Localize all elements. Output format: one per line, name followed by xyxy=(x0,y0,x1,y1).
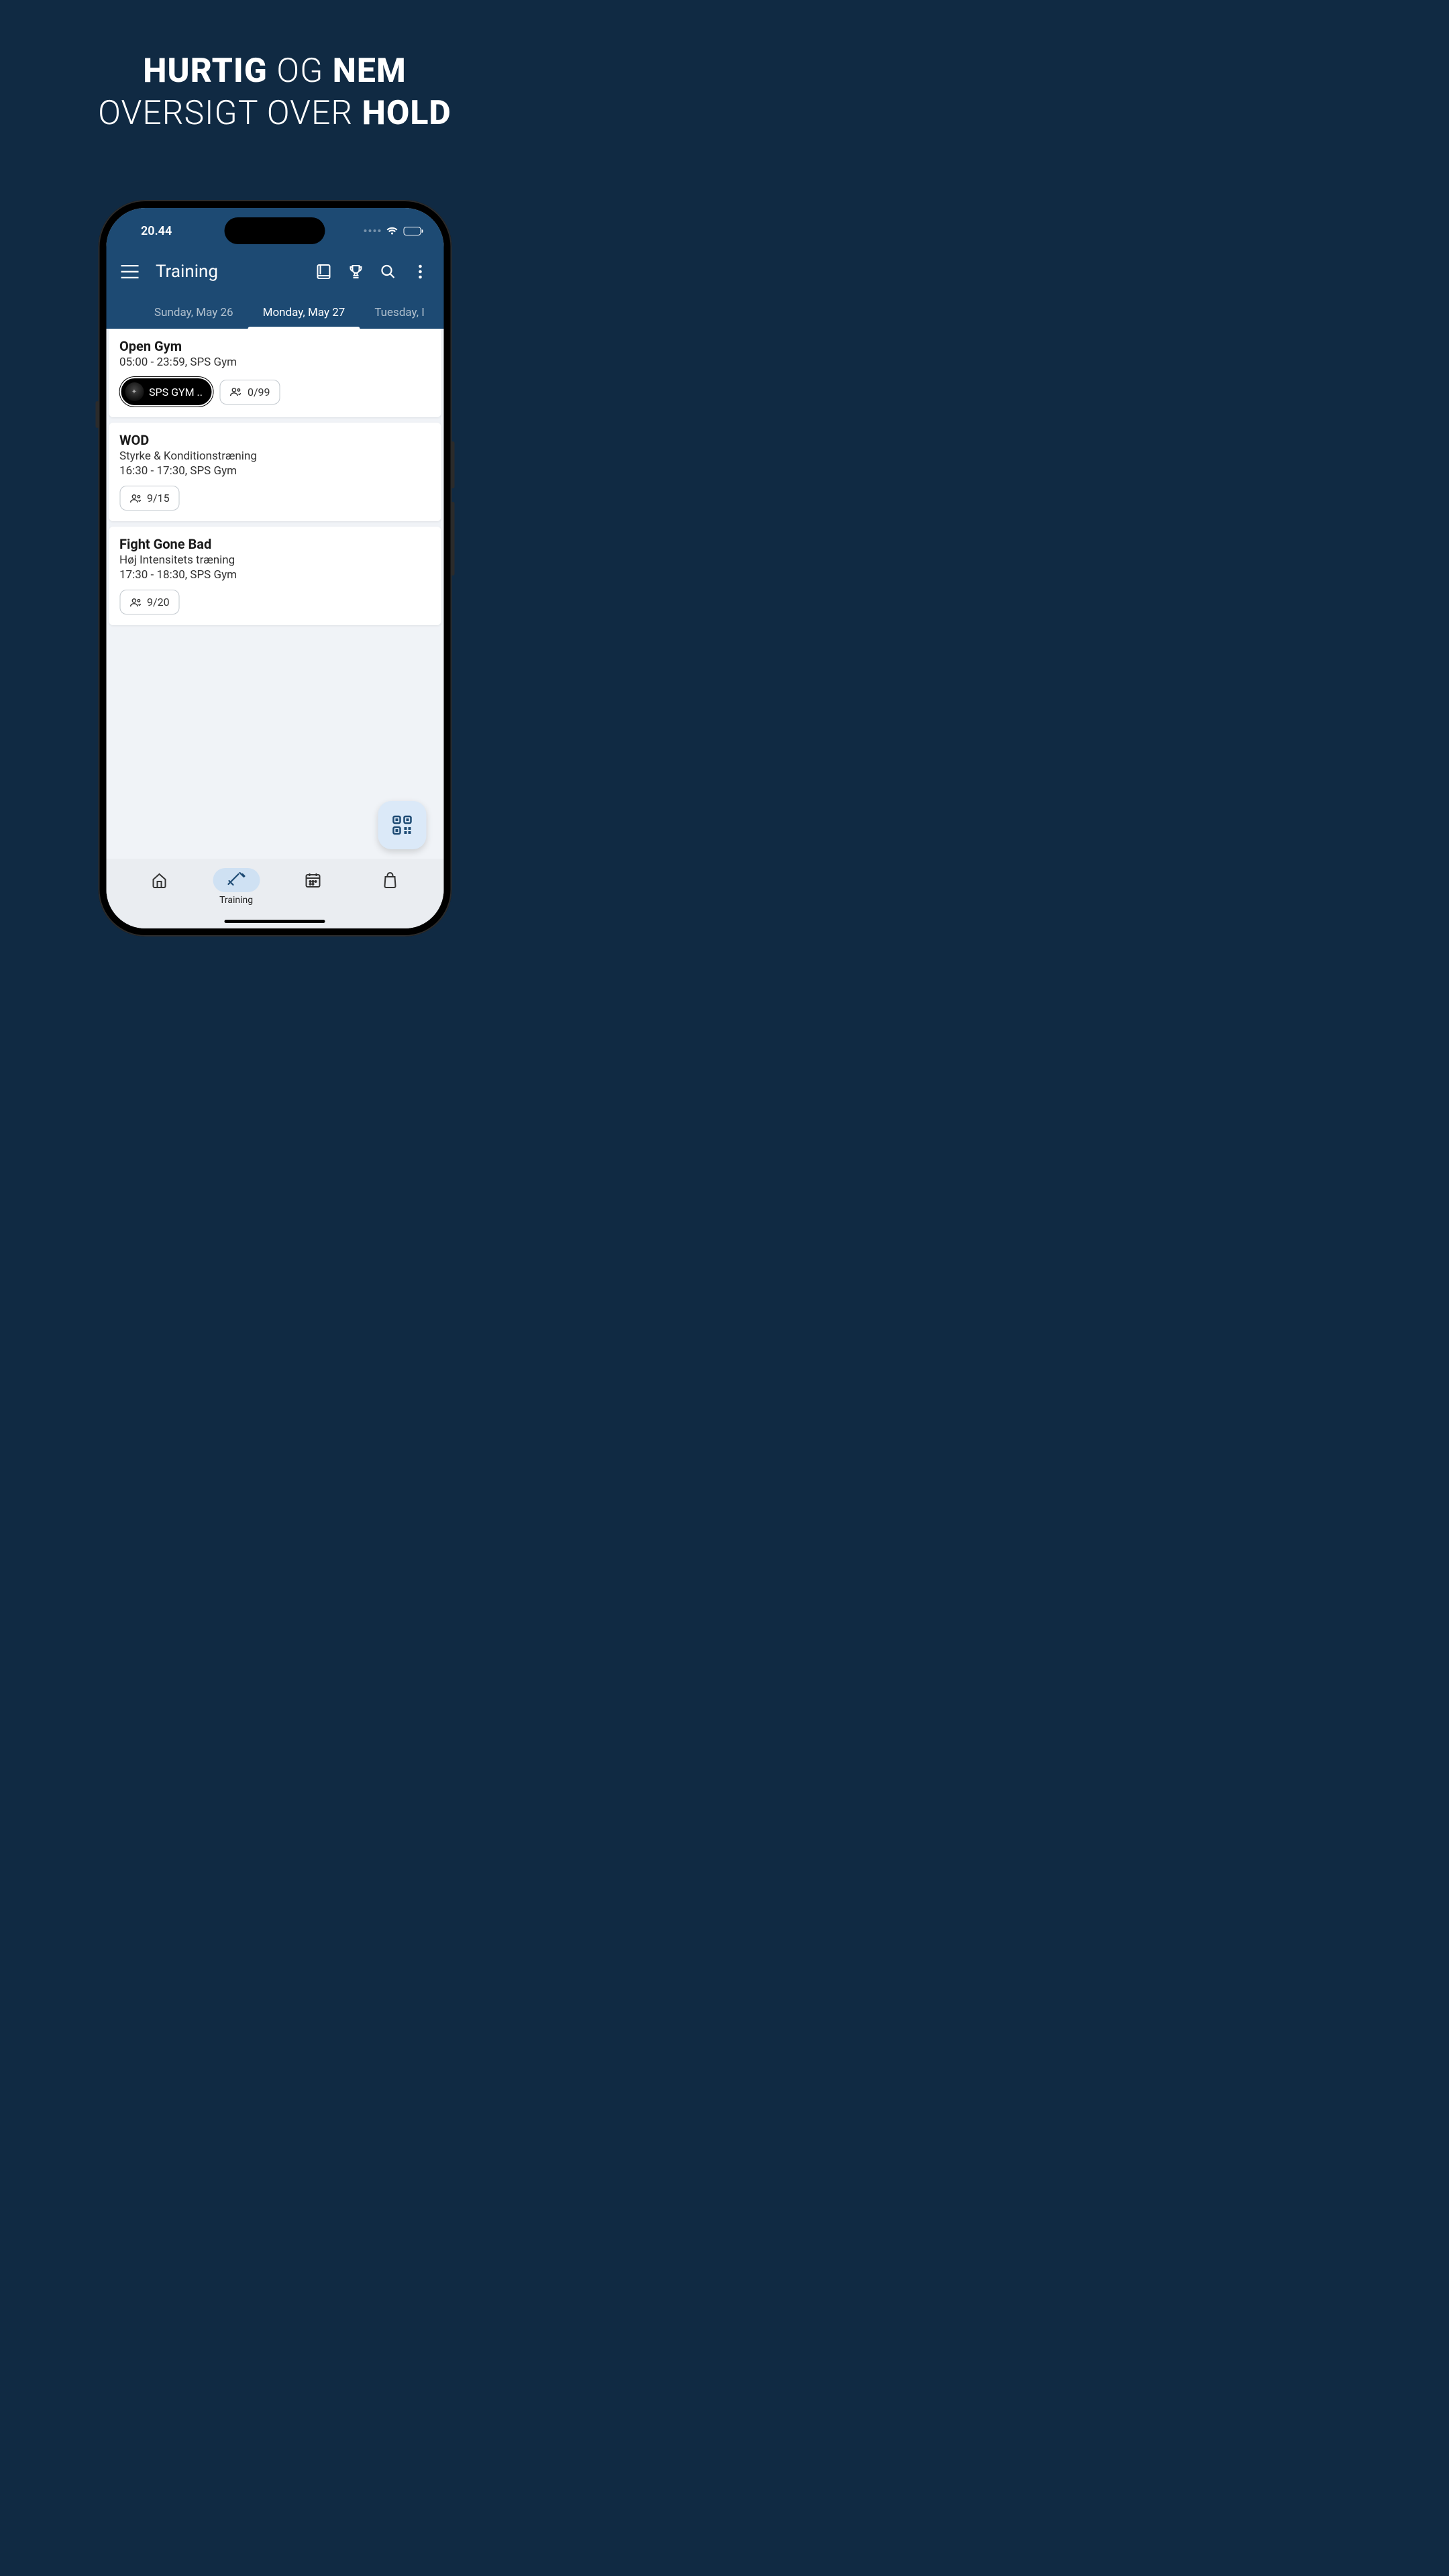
home-indicator xyxy=(225,920,325,923)
phone-frame: 20.44 Training xyxy=(98,200,451,936)
search-icon[interactable] xyxy=(378,262,398,282)
menu-icon[interactable] xyxy=(119,262,140,282)
promo-heading: HURTIG OG NEM OVERSIGT OVER HOLD xyxy=(0,0,549,134)
class-time: 16:30 - 17:30, SPS Gym xyxy=(119,464,430,478)
dynamic-island xyxy=(225,217,325,244)
promo-word: OVERSIGT OVER xyxy=(98,94,353,133)
nav-training[interactable]: Training xyxy=(211,868,261,906)
trophy-icon[interactable] xyxy=(345,262,366,282)
class-title: Fight Gone Bad xyxy=(119,536,430,552)
class-card[interactable]: WOD Styrke & Konditionstræning 16:30 - 1… xyxy=(109,423,441,521)
qr-icon xyxy=(392,815,412,835)
class-time: 17:30 - 18:30, SPS Gym xyxy=(119,568,430,582)
nav-shop[interactable] xyxy=(366,868,415,892)
screen: 20.44 Training xyxy=(106,208,443,928)
people-icon xyxy=(129,494,142,503)
people-icon xyxy=(230,387,242,396)
class-card[interactable]: Open Gym 05:00 - 23:59, SPS Gym ✦ SPS GY… xyxy=(109,329,441,417)
class-subtitle: Høj Intensitets træning xyxy=(119,553,430,567)
gym-tag-label: SPS GYM .. xyxy=(149,386,203,398)
attendance-chip[interactable]: 0/99 xyxy=(220,380,280,405)
book-icon[interactable] xyxy=(313,262,333,282)
attendance-chip[interactable]: 9/15 xyxy=(119,486,180,511)
app-bar: Training xyxy=(106,247,443,290)
class-card[interactable]: Fight Gone Bad Høj Intensitets træning 1… xyxy=(109,527,441,625)
status-icons xyxy=(364,226,421,235)
class-title: WOD xyxy=(119,432,430,448)
phone-button xyxy=(95,401,99,428)
class-subtitle: Styrke & Konditionstræning xyxy=(119,449,430,463)
status-time: 20.44 xyxy=(141,224,172,238)
bag-icon xyxy=(382,871,398,889)
class-title: Open Gym xyxy=(119,338,430,354)
nav-calendar[interactable] xyxy=(288,868,338,892)
home-icon xyxy=(150,871,168,889)
phone-button xyxy=(451,502,454,576)
battery-icon xyxy=(403,227,421,235)
qr-fab[interactable] xyxy=(378,801,426,849)
class-time: 05:00 - 23:59, SPS Gym xyxy=(119,356,430,369)
people-icon xyxy=(129,598,142,607)
calendar-icon xyxy=(305,871,322,889)
class-list: Open Gym 05:00 - 23:59, SPS Gym ✦ SPS GY… xyxy=(106,329,443,859)
date-tabs: Sunday, May 26 Monday, May 27 Tuesday, I xyxy=(106,290,443,329)
wifi-icon xyxy=(386,226,398,235)
page-title: Training xyxy=(156,262,301,282)
promo-word: HURTIG xyxy=(143,52,268,91)
more-icon[interactable] xyxy=(410,262,430,282)
date-tab-next[interactable]: Tuesday, I xyxy=(360,297,439,329)
attendance-chip[interactable]: 9/20 xyxy=(119,590,180,614)
promo-word: OG xyxy=(276,52,323,91)
gym-tag-chip[interactable]: ✦ SPS GYM .. xyxy=(119,377,213,407)
attendance-count: 9/20 xyxy=(147,596,170,608)
cellular-icon xyxy=(364,229,380,232)
date-tab-active[interactable]: Monday, May 27 xyxy=(248,297,360,329)
phone-button xyxy=(451,441,454,488)
promo-word: NEM xyxy=(333,52,407,91)
attendance-count: 9/15 xyxy=(147,492,170,504)
gym-avatar: ✦ xyxy=(125,382,144,401)
attendance-count: 0/99 xyxy=(248,386,270,398)
dumbbell-icon xyxy=(226,871,246,889)
promo-word: HOLD xyxy=(362,94,451,133)
nav-training-label: Training xyxy=(219,895,253,906)
nav-home[interactable] xyxy=(134,868,184,892)
bottom-nav: Training xyxy=(106,859,443,928)
date-tab-prev[interactable]: Sunday, May 26 xyxy=(140,297,248,329)
